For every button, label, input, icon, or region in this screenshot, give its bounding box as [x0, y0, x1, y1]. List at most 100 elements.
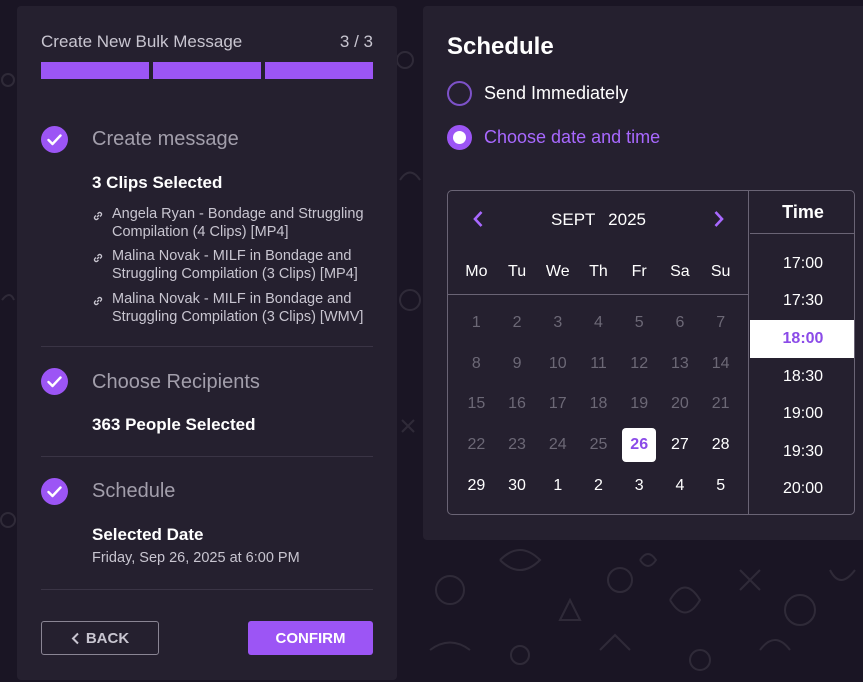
calendar-day: 24 [537, 425, 578, 466]
month-year-label: SEPT 2025 [448, 210, 749, 230]
day-number: 28 [711, 436, 730, 454]
divider [41, 346, 373, 347]
day-number: 5 [634, 314, 644, 332]
calendar-day[interactable]: 4 [660, 465, 701, 506]
calendar-day: 20 [660, 384, 701, 425]
back-button[interactable]: BACK [41, 621, 159, 655]
link-icon [93, 296, 103, 306]
step-counter: 3 / 3 [339, 32, 373, 51]
calendar-day[interactable]: 27 [660, 425, 701, 466]
selected-time-slot[interactable]: 18:00 [750, 320, 854, 358]
day-number: 23 [508, 436, 526, 454]
check-icon [41, 126, 68, 153]
weekday-label: Fr [631, 263, 647, 280]
day-number: 4 [594, 314, 603, 332]
calendar-day: 25 [578, 425, 619, 466]
calendar-day[interactable]: 30 [497, 465, 538, 506]
send-immediately-option[interactable]: Send Immediately [447, 80, 628, 106]
time-slot[interactable]: 19:30 [750, 433, 854, 471]
next-month-button[interactable] [709, 207, 729, 231]
day-number: 8 [471, 354, 481, 372]
day-number: 21 [711, 395, 730, 413]
month-label: SEPT [551, 210, 596, 229]
calendar-day: 17 [537, 384, 578, 425]
progress-segment [265, 62, 373, 79]
clips-selected-summary: 3 Clips Selected [92, 173, 223, 192]
day-grid: 1 2 3 4 5 6 7 8 9 10 11 12 13 14 15 16 17 18 19 20 21 22 23 24 2… [456, 303, 741, 506]
calendar-day: 4 [578, 303, 619, 344]
day-number: 12 [630, 354, 649, 372]
divider [41, 589, 373, 590]
back-button-label: BACK [85, 629, 130, 647]
clip-name: Malina Novak - MILF in Bondage and Strug… [112, 291, 364, 325]
day-number: 10 [548, 354, 567, 372]
weekday-label: Tu [508, 263, 527, 280]
day-number: 9 [512, 354, 522, 372]
time-slot[interactable]: 18:30 [750, 358, 854, 396]
day-number: 7 [716, 314, 726, 332]
calendar-day: 3 [537, 303, 578, 344]
radio-button[interactable] [447, 80, 472, 106]
day-number: 16 [508, 395, 526, 413]
day-number: 27 [671, 436, 689, 454]
date-time-picker: SEPT 2025 Mo Tu We Th Fr Sa Su 1 2 3 4 5 6 7 8 9 10 11 12… [447, 190, 855, 515]
choose-date-option[interactable]: Choose date and time [447, 124, 660, 150]
calendar-day[interactable]: 2 [578, 465, 619, 506]
time-slot[interactable]: 17:30 [750, 283, 854, 321]
radio-label: Send Immediately [484, 82, 629, 103]
time-slot[interactable]: 20:30 [750, 508, 854, 514]
weekday-label: Su [710, 263, 731, 280]
calendar-day: 22 [456, 425, 497, 466]
bulk-message-wizard: Create New Bulk Message 3 / 3 Create mes… [17, 6, 397, 680]
check-icon [41, 368, 68, 395]
day-number: 22 [467, 436, 486, 454]
day-number: 24 [548, 436, 567, 454]
day-number: 20 [671, 395, 689, 413]
day-number: 26 [622, 428, 657, 463]
time-slot[interactable]: 20:00 [750, 471, 854, 509]
time-slot[interactable]: 17:00 [750, 245, 854, 283]
day-number: 6 [675, 314, 685, 332]
day-number: 1 [471, 314, 481, 332]
time-slot[interactable]: 19:00 [750, 395, 854, 433]
calendar-day: 14 [700, 344, 741, 385]
calendar-day[interactable]: 5 [700, 465, 741, 506]
time-column: Time 17:00 17:30 18:00 18:30 19:00 19:30 20:00… [750, 191, 854, 514]
calendar-day[interactable]: 3 [619, 465, 660, 506]
day-number: 3 [634, 476, 644, 494]
day-number: 19 [630, 395, 649, 413]
day-number: 29 [467, 476, 486, 494]
time-header: Time [750, 191, 854, 234]
selected-date-value: Friday, Sep 26, 2025 at 6:00 PM [92, 550, 300, 566]
calendar-day[interactable]: 29 [456, 465, 497, 506]
calendar-day[interactable]: 1 [537, 465, 578, 506]
calendar-day: 2 [497, 303, 538, 344]
weekday-label: We [545, 263, 570, 280]
time-list[interactable]: 17:0017:3018:0018:3019:0019:3020:0020:30 [750, 234, 854, 514]
schedule-panel: Schedule Send Immediately Choose date an… [423, 6, 863, 540]
radio-button[interactable] [447, 124, 472, 150]
day-number: 14 [711, 354, 730, 372]
check-icon [41, 478, 68, 505]
calendar-day: 16 [497, 384, 538, 425]
calendar-day[interactable]: 28 [700, 425, 741, 466]
selected-day[interactable]: 26 [619, 425, 660, 466]
weekday-label: Sa [670, 263, 690, 280]
progress-bar [41, 62, 373, 79]
calendar: SEPT 2025 Mo Tu We Th Fr Sa Su 1 2 3 4 5 6 7 8 9 10 11 12… [448, 191, 749, 514]
day-number: 3 [553, 314, 563, 332]
progress-segment [153, 62, 261, 79]
wizard-header: Create New Bulk Message 3 / 3 [41, 32, 373, 52]
calendar-day: 19 [619, 384, 660, 425]
day-number: 17 [548, 395, 567, 413]
day-number: 5 [716, 476, 726, 494]
weekday-label: Th [589, 263, 608, 280]
confirm-button[interactable]: CONFIRM [248, 621, 373, 655]
radio-label: Choose date and time [484, 126, 661, 147]
calendar-day: 15 [456, 384, 497, 425]
calendar-day: 9 [497, 344, 538, 385]
chevron-left-icon [71, 632, 79, 644]
day-number: 11 [590, 354, 607, 372]
step-title-schedule: Schedule [92, 480, 176, 502]
link-icon [93, 253, 103, 263]
